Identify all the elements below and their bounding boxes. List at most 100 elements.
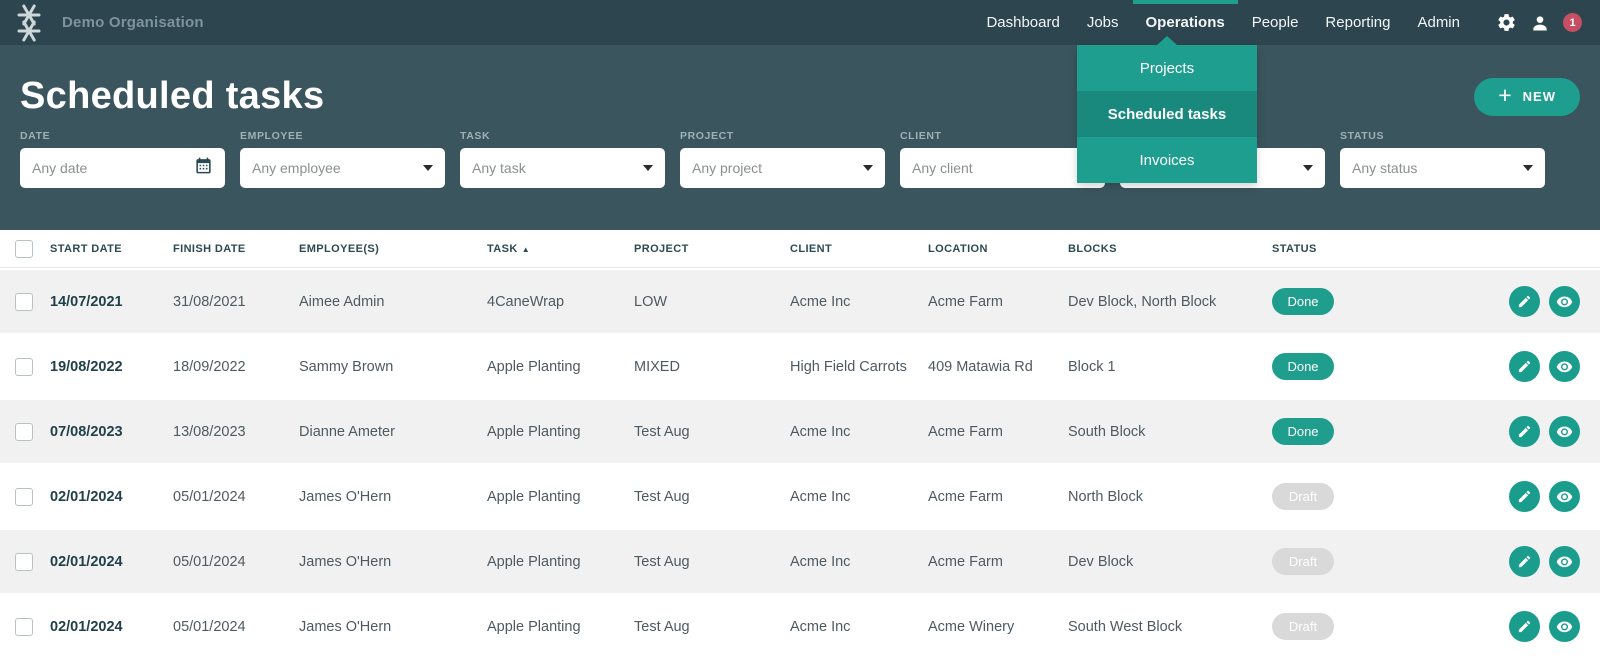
cell-finish-date: 31/08/2021 bbox=[173, 294, 299, 310]
cell-location: Acme Farm bbox=[928, 554, 1068, 570]
operations-dropdown-menu: Projects Scheduled tasks Invoices bbox=[1077, 45, 1257, 183]
notification-badge[interactable]: 1 bbox=[1563, 13, 1582, 32]
cell-finish-date: 18/09/2022 bbox=[173, 359, 299, 375]
date-input[interactable] bbox=[32, 160, 172, 176]
col-task[interactable]: TASK▲ bbox=[487, 243, 634, 255]
col-client[interactable]: CLIENT bbox=[790, 243, 928, 255]
select-all-checkbox[interactable] bbox=[15, 240, 33, 258]
col-finish-date[interactable]: FINISH DATE bbox=[173, 243, 299, 255]
menu-item-invoices[interactable]: Invoices bbox=[1077, 137, 1257, 183]
cell-start-date: 19/08/2022 bbox=[50, 359, 173, 375]
calendar-icon bbox=[194, 156, 213, 180]
cell-location: Acme Winery bbox=[928, 619, 1068, 635]
filter-task: TASK Any task bbox=[460, 130, 665, 188]
cell-task: Apple Planting bbox=[487, 359, 634, 375]
view-button[interactable] bbox=[1549, 286, 1580, 317]
nav-item-reporting[interactable]: Reporting bbox=[1325, 0, 1390, 45]
view-button[interactable] bbox=[1549, 611, 1580, 642]
client-select[interactable]: Any client bbox=[900, 148, 1105, 188]
cell-project: LOW bbox=[634, 294, 790, 310]
cell-start-date: 07/08/2023 bbox=[50, 424, 173, 440]
cell-employees: Sammy Brown bbox=[299, 359, 487, 375]
cell-blocks: North Block bbox=[1068, 489, 1272, 505]
view-button[interactable] bbox=[1549, 546, 1580, 577]
nav-item-admin[interactable]: Admin bbox=[1417, 0, 1460, 45]
row-checkbox[interactable] bbox=[15, 488, 33, 506]
view-button[interactable] bbox=[1549, 481, 1580, 512]
filter-status: STATUS Any status bbox=[1340, 130, 1545, 188]
cell-start-date: 02/01/2024 bbox=[50, 554, 173, 570]
edit-button[interactable] bbox=[1509, 546, 1540, 577]
cell-location: Acme Farm bbox=[928, 489, 1068, 505]
employee-select[interactable]: Any employee bbox=[240, 148, 445, 188]
cell-task: Apple Planting bbox=[487, 424, 634, 440]
date-filter-box[interactable] bbox=[20, 148, 225, 188]
col-status[interactable]: STATUS bbox=[1272, 243, 1402, 255]
col-blocks[interactable]: BLOCKS bbox=[1068, 243, 1272, 255]
row-checkbox[interactable] bbox=[15, 423, 33, 441]
user-icon[interactable] bbox=[1530, 13, 1550, 33]
filter-bar: DATE EMPLOYEE Any employee TASK An bbox=[20, 130, 1580, 188]
cell-project: Test Aug bbox=[634, 619, 790, 635]
table-row: 02/01/2024 05/01/2024 James O'Hern Apple… bbox=[0, 528, 1600, 593]
edit-button[interactable] bbox=[1509, 481, 1540, 512]
nav-item-dashboard[interactable]: Dashboard bbox=[986, 0, 1059, 45]
cell-start-date: 14/07/2021 bbox=[50, 294, 173, 310]
chevron-down-icon bbox=[423, 165, 433, 171]
menu-item-projects[interactable]: Projects bbox=[1077, 45, 1257, 91]
view-button[interactable] bbox=[1549, 416, 1580, 447]
new-button[interactable]: + NEW bbox=[1474, 78, 1580, 116]
nav-item-people[interactable]: People bbox=[1252, 0, 1299, 45]
chevron-down-icon bbox=[863, 165, 873, 171]
row-checkbox[interactable] bbox=[15, 553, 33, 571]
edit-button[interactable] bbox=[1509, 416, 1540, 447]
tasks-table: START DATE FINISH DATE EMPLOYEE(S) TASK▲… bbox=[0, 230, 1600, 658]
view-button[interactable] bbox=[1549, 351, 1580, 382]
row-checkbox[interactable] bbox=[15, 358, 33, 376]
col-start-date[interactable]: START DATE bbox=[50, 243, 173, 255]
cell-finish-date: 05/01/2024 bbox=[173, 554, 299, 570]
col-location[interactable]: LOCATION bbox=[928, 243, 1068, 255]
edit-button[interactable] bbox=[1509, 286, 1540, 317]
cell-client: Acme Inc bbox=[790, 554, 928, 570]
table-row: 02/01/2024 05/01/2024 James O'Hern Apple… bbox=[0, 463, 1600, 528]
col-project[interactable]: PROJECT bbox=[634, 243, 790, 255]
cell-task: Apple Planting bbox=[487, 489, 634, 505]
row-checkbox[interactable] bbox=[15, 618, 33, 636]
edit-button[interactable] bbox=[1509, 351, 1540, 382]
cell-employees: James O'Hern bbox=[299, 489, 487, 505]
col-employees[interactable]: EMPLOYEE(S) bbox=[299, 243, 487, 255]
cell-project: Test Aug bbox=[634, 424, 790, 440]
cell-blocks: South Block bbox=[1068, 424, 1272, 440]
cell-location: Acme Farm bbox=[928, 424, 1068, 440]
menu-item-scheduled-tasks[interactable]: Scheduled tasks bbox=[1077, 91, 1257, 137]
cell-finish-date: 05/01/2024 bbox=[173, 619, 299, 635]
cell-task: Apple Planting bbox=[487, 554, 634, 570]
task-select[interactable]: Any task bbox=[460, 148, 665, 188]
org-logo-snowflake-icon[interactable] bbox=[10, 2, 48, 44]
table-row: 02/01/2024 05/01/2024 James O'Hern Apple… bbox=[0, 593, 1600, 658]
status-badge: Done bbox=[1272, 353, 1334, 380]
row-checkbox[interactable] bbox=[15, 293, 33, 311]
cell-blocks: Dev Block bbox=[1068, 554, 1272, 570]
status-badge: Done bbox=[1272, 418, 1334, 445]
cell-location: 409 Matawia Rd bbox=[928, 359, 1068, 375]
gear-icon[interactable] bbox=[1496, 12, 1517, 33]
status-select[interactable]: Any status bbox=[1340, 148, 1545, 188]
edit-button[interactable] bbox=[1509, 611, 1540, 642]
top-navbar: Demo Organisation Dashboard Jobs Operati… bbox=[0, 0, 1600, 45]
nav-item-jobs[interactable]: Jobs bbox=[1087, 0, 1119, 45]
main-nav: Dashboard Jobs Operations People Reporti… bbox=[986, 0, 1460, 45]
cell-employees: James O'Hern bbox=[299, 554, 487, 570]
cell-task: Apple Planting bbox=[487, 619, 634, 635]
cell-client: Acme Inc bbox=[790, 424, 928, 440]
cell-start-date: 02/01/2024 bbox=[50, 619, 173, 635]
filter-date: DATE bbox=[20, 130, 225, 188]
cell-project: MIXED bbox=[634, 359, 790, 375]
page-title: Scheduled tasks bbox=[20, 75, 324, 118]
cell-blocks: South West Block bbox=[1068, 619, 1272, 635]
project-select[interactable]: Any project bbox=[680, 148, 885, 188]
cell-blocks: Block 1 bbox=[1068, 359, 1272, 375]
cell-blocks: Dev Block, North Block bbox=[1068, 294, 1272, 310]
navbar-brand: Demo Organisation bbox=[10, 0, 204, 45]
